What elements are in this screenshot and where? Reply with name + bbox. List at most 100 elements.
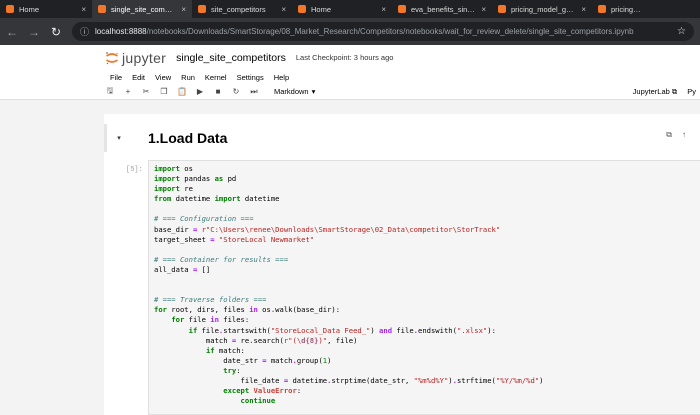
browser-tab[interactable]: single_site_competitor × <box>92 0 192 18</box>
run-icon[interactable]: ▶ <box>194 86 206 98</box>
duplicate-cell-icon[interactable]: ⧉ <box>666 130 672 140</box>
code-token: match <box>154 335 232 345</box>
jupyter-header: jupyter single_site_competitors Last Che… <box>0 45 700 70</box>
menu-run[interactable]: Run <box>181 73 195 82</box>
address-bar[interactable]: ⓘ localhost:8888/notebooks/Downloads/Sma… <box>72 22 694 41</box>
code-token: for <box>154 305 167 315</box>
forward-button[interactable]: → <box>28 26 40 38</box>
browser-tab[interactable]: pricing_model_gympe × <box>492 0 592 18</box>
close-tab-icon[interactable]: × <box>181 5 186 14</box>
notebook-name[interactable]: single_site_competitors <box>176 52 286 64</box>
browser-tab[interactable]: Home × <box>0 0 92 18</box>
close-tab-icon[interactable]: × <box>281 5 286 14</box>
tab-title: Home <box>19 4 40 14</box>
code-token: and <box>379 325 393 335</box>
code-token: file <box>392 325 414 335</box>
markdown-cell[interactable]: ▾ 1.Load Data ⧉ ↑ <box>104 124 700 152</box>
notebook-toolbar: 🖫 + ✂ ❐ 📋 ▶ ■ ↻ ⏭ Markdown ▾ JupyterLab ⧉ Py <box>0 84 700 100</box>
jupyter-logo[interactable]: jupyter <box>105 50 166 66</box>
code-token: import <box>214 194 241 204</box>
open-jupyterlab-button[interactable]: JupyterLab ⧉ <box>633 87 678 97</box>
paste-icon[interactable]: 📋 <box>176 86 188 98</box>
save-icon[interactable]: 🖫 <box>104 86 116 98</box>
move-up-icon[interactable]: ↑ <box>682 130 686 140</box>
code-token: datetime <box>171 194 215 204</box>
code-token: as <box>214 174 224 184</box>
menu-kernel[interactable]: Kernel <box>205 73 227 82</box>
restart-icon[interactable]: ↻ <box>230 86 242 98</box>
code-token: os <box>257 305 271 315</box>
jupyter-favicon-icon <box>298 5 306 13</box>
jupyter-favicon-icon <box>6 5 14 13</box>
code-line: all_data = [] <box>154 265 695 275</box>
code-token: pd <box>223 174 237 184</box>
jupyter-logo-text: jupyter <box>122 49 167 66</box>
code-token: pandas <box>179 174 215 184</box>
code-token: if <box>205 345 215 355</box>
menu-bar: File Edit View Run Kernel Settings Help <box>0 70 700 84</box>
code-line: import pandas as pd <box>154 174 695 184</box>
menu-view[interactable]: View <box>155 73 171 82</box>
browser-tab[interactable]: eva_benefits_single_si × <box>392 0 492 18</box>
browser-tab[interactable]: pricing_mo <box>592 0 652 18</box>
menu-edit[interactable]: Edit <box>132 73 145 82</box>
code-token: "%m%d%Y" <box>413 375 449 385</box>
code-token: endswith( <box>418 325 457 335</box>
code-token: base_dir <box>154 224 193 234</box>
code-line: if file.startswith("StoreLocal_Data Feed… <box>154 326 695 336</box>
close-tab-icon[interactable]: × <box>481 5 486 14</box>
url-path: /notebooks/Downloads/SmartStorage/08_Mar… <box>146 27 634 36</box>
code-line: match = re.search(r"(\d{8})", file) <box>154 336 695 346</box>
jupyter-favicon-icon <box>398 5 406 13</box>
execution-prompt: [5]: <box>126 166 143 174</box>
code-token: re <box>179 184 193 194</box>
code-token: os <box>179 164 193 173</box>
checkpoint-status: Last Checkpoint: 3 hours ago <box>295 53 394 62</box>
bookmark-star-icon[interactable]: ☆ <box>677 26 686 37</box>
plus-icon[interactable]: + <box>122 86 134 98</box>
jupyter-favicon-icon <box>498 5 506 13</box>
close-tab-icon[interactable]: × <box>581 5 586 14</box>
cell-type-select[interactable]: Markdown ▾ <box>274 87 315 96</box>
close-tab-icon[interactable]: × <box>381 5 386 14</box>
code-token: file_date <box>154 375 284 385</box>
code-token: in <box>249 305 258 315</box>
code-token: ): <box>487 325 496 335</box>
code-token: ) <box>327 355 332 365</box>
copy-icon[interactable]: ❐ <box>158 86 170 98</box>
menu-file[interactable]: File <box>110 73 122 82</box>
collapse-heading-toggle[interactable]: ▾ <box>104 134 134 142</box>
jupyter-favicon-icon <box>598 5 606 13</box>
site-info-icon[interactable]: ⓘ <box>80 25 89 38</box>
cut-icon[interactable]: ✂ <box>140 86 152 98</box>
code-token: except <box>223 386 250 396</box>
close-tab-icon[interactable]: × <box>81 5 86 14</box>
code-token: : <box>236 365 241 375</box>
code-token: # === Configuration === <box>154 214 254 224</box>
menu-settings[interactable]: Settings <box>237 73 264 82</box>
code-editor[interactable]: import os import pandas as pd import re fro… <box>148 160 700 415</box>
menu-help[interactable]: Help <box>274 73 289 82</box>
notebook-area[interactable]: ▾ 1.Load Data ⧉ ↑ [5]: import os import p… <box>0 100 700 415</box>
jupyter-logo-icon <box>106 51 118 64</box>
fast-forward-icon[interactable]: ⏭ <box>248 86 260 98</box>
code-token: )" <box>318 335 328 345</box>
browser-tab[interactable]: site_competitors × <box>192 0 292 18</box>
code-token: strftime( <box>456 375 496 385</box>
reload-button[interactable]: ↻ <box>50 26 62 38</box>
browser-tab[interactable]: Home × <box>292 0 392 18</box>
code-line: for root, dirs, files in os.walk(base_di… <box>154 305 695 315</box>
code-cell[interactable]: [5]: import os import pandas as pd import … <box>104 158 700 415</box>
stop-icon[interactable]: ■ <box>212 86 224 98</box>
kernel-name[interactable]: Py <box>687 87 696 96</box>
code-line: base_dir = r"C:\Users\renee\Downloads\Sm… <box>154 225 695 235</box>
cell-selection-bar <box>104 124 107 152</box>
back-button[interactable]: ← <box>6 26 18 38</box>
code-line: ​ <box>154 204 695 214</box>
code-line: ​ <box>154 275 695 285</box>
code-token: in <box>210 315 219 325</box>
